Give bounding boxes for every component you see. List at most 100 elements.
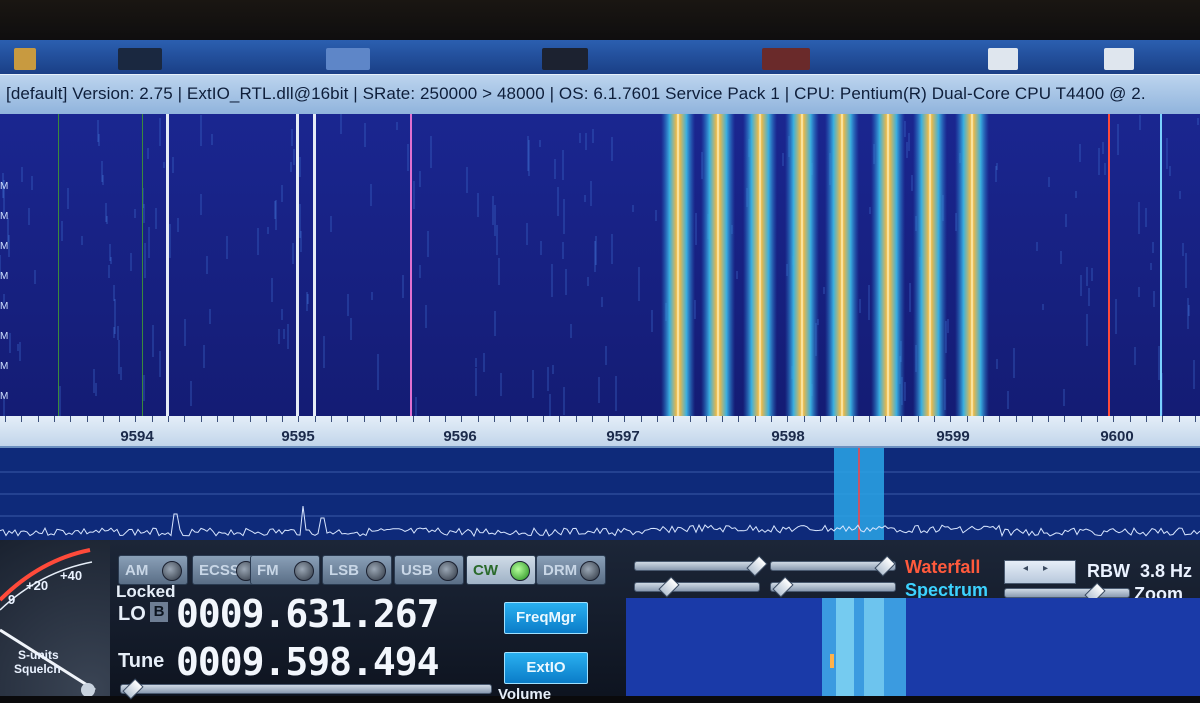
- frequency-axis-tick: [706, 416, 707, 422]
- signal-column: [955, 114, 989, 416]
- rbw-label: RBW: [1087, 561, 1130, 581]
- s-meter-units-label: S-units: [18, 648, 59, 662]
- frequency-axis-tick: [184, 416, 185, 422]
- mode-indicator-led-icon: [510, 561, 530, 581]
- frequency-axis-tick: [690, 416, 691, 422]
- waterfall-display[interactable]: MMMMMMMMMM: [0, 114, 1200, 416]
- taskbar-app-icon[interactable]: [762, 48, 810, 70]
- s-meter-scale-9: 9: [8, 592, 16, 607]
- frequency-axis-tick: [298, 416, 299, 422]
- lo-frequency-display[interactable]: 0009.631.267: [176, 592, 440, 636]
- frequency-axis-tick: [445, 416, 446, 422]
- frequency-axis-tick: [771, 416, 772, 422]
- s-meter: +20 +40 9 S-units Squelch: [0, 540, 110, 696]
- frequency-axis[interactable]: 9594 9595 9596 9597 9598 9599 9600: [0, 416, 1200, 448]
- audio-waterfall[interactable]: [626, 598, 1200, 696]
- rbw-right-arrow-icon[interactable]: ▸: [1043, 563, 1048, 574]
- zoom-slider[interactable]: [1004, 582, 1130, 604]
- frequency-axis-tick: [1032, 416, 1033, 422]
- taskbar-app-icon[interactable]: [14, 48, 36, 70]
- frequency-axis-tick: [1113, 416, 1114, 422]
- carrier-line: [313, 114, 316, 416]
- window-title-bar[interactable]: [default] Version: 2.75 | ExtIO_RTL.dll@…: [0, 74, 1200, 116]
- spectrum-slider-1[interactable]: [634, 576, 760, 598]
- waterfall-side-label: M: [0, 241, 9, 252]
- mode-indicator-led-icon: [294, 561, 314, 581]
- freqmgr-button[interactable]: FreqMgr: [504, 602, 588, 634]
- frequency-axis-tick: [364, 416, 365, 422]
- frequency-axis-tick: [70, 416, 71, 422]
- mode-indicator-led-icon: [162, 561, 182, 581]
- frequency-axis-tick: [885, 416, 886, 422]
- waterfall-slider-1[interactable]: [634, 555, 768, 577]
- frequency-axis-tick: [510, 416, 511, 422]
- spectrum-trace: [0, 448, 1200, 540]
- mode-indicator-led-icon: [438, 561, 458, 581]
- mode-button-label: AM: [125, 562, 149, 579]
- frequency-axis-tick: [347, 416, 348, 422]
- frequency-axis-label: 9600: [1100, 428, 1134, 445]
- taskbar-app-icon[interactable]: [1104, 48, 1134, 70]
- taskbar-app-icon[interactable]: [542, 48, 588, 70]
- rbw-left-arrow-icon[interactable]: ◂: [1023, 563, 1028, 574]
- mode-button-cw[interactable]: CW: [466, 555, 536, 585]
- lo-b-button[interactable]: B: [150, 602, 168, 622]
- s-meter-scale-20: +20: [26, 578, 49, 593]
- frequency-axis-tick: [266, 416, 267, 422]
- frequency-axis-tick: [608, 416, 609, 422]
- mode-button-fm[interactable]: FM: [250, 555, 320, 585]
- waterfall-side-label: M: [0, 211, 9, 222]
- frequency-axis-tick: [233, 416, 234, 422]
- waterfall-slider-2[interactable]: [770, 555, 896, 577]
- taskbar-app-icon[interactable]: [118, 48, 162, 70]
- frequency-axis-tick: [527, 416, 528, 422]
- squelch-label: Squelch: [14, 662, 61, 676]
- extio-button[interactable]: ExtIO: [504, 652, 588, 684]
- taskbar-app-icon[interactable]: [988, 48, 1018, 70]
- mode-button-am[interactable]: AM: [118, 555, 188, 585]
- frequency-axis-tick: [1146, 416, 1147, 422]
- frequency-axis-tick: [315, 416, 316, 422]
- frequency-axis-tick: [282, 416, 283, 422]
- mode-button-usb[interactable]: USB: [394, 555, 464, 585]
- frequency-axis-label: 9598: [771, 428, 805, 445]
- frequency-axis-tick: [999, 416, 1000, 422]
- spectrum-display[interactable]: [0, 448, 1200, 540]
- waterfall-image: [0, 114, 1200, 416]
- frequency-axis-tick: [918, 416, 919, 422]
- frequency-axis-tick: [559, 416, 560, 422]
- taskbar-app-icon[interactable]: [326, 48, 370, 70]
- mode-button-drm[interactable]: DRM: [536, 555, 606, 585]
- frequency-axis-tick: [641, 416, 642, 422]
- spectrum-slider-2[interactable]: [770, 576, 896, 598]
- frequency-axis-tick: [657, 416, 658, 422]
- volume-slider[interactable]: [120, 678, 492, 700]
- frequency-axis-tick: [787, 416, 788, 422]
- mode-button-label: USB: [401, 562, 433, 579]
- frequency-axis-tick: [461, 416, 462, 422]
- frequency-axis-tick: [950, 416, 951, 422]
- frequency-axis-tick: [592, 416, 593, 422]
- signal-column: [785, 114, 819, 416]
- audio-waterfall-image: [626, 598, 1200, 696]
- frequency-axis-tick: [901, 416, 902, 422]
- window-title: [default] Version: 2.75 | ExtIO_RTL.dll@…: [6, 84, 1146, 103]
- tune-label: Tune: [118, 650, 165, 672]
- rbw-value: 3.8 Hz: [1140, 561, 1193, 581]
- s-meter-scale-40: +40: [60, 568, 83, 583]
- waterfall-label: Waterfall: [905, 557, 981, 577]
- waterfall-side-label: M: [0, 301, 9, 312]
- frequency-axis-tick: [1081, 416, 1082, 422]
- frequency-axis-label: 9596: [443, 428, 477, 445]
- carrier-line: [296, 114, 299, 416]
- frequency-axis-tick: [543, 416, 544, 422]
- signal-column: [701, 114, 735, 416]
- carrier-line: [410, 114, 412, 416]
- frequency-axis-tick: [152, 416, 153, 422]
- mode-button-lsb[interactable]: LSB: [322, 555, 392, 585]
- signal-column: [913, 114, 947, 416]
- rbw-stepper[interactable]: ◂ ▸: [1004, 560, 1076, 584]
- frequency-axis-tick: [87, 416, 88, 422]
- mode-button-label: LSB: [329, 562, 359, 579]
- tune-frequency-display[interactable]: 0009.598.494: [176, 640, 440, 684]
